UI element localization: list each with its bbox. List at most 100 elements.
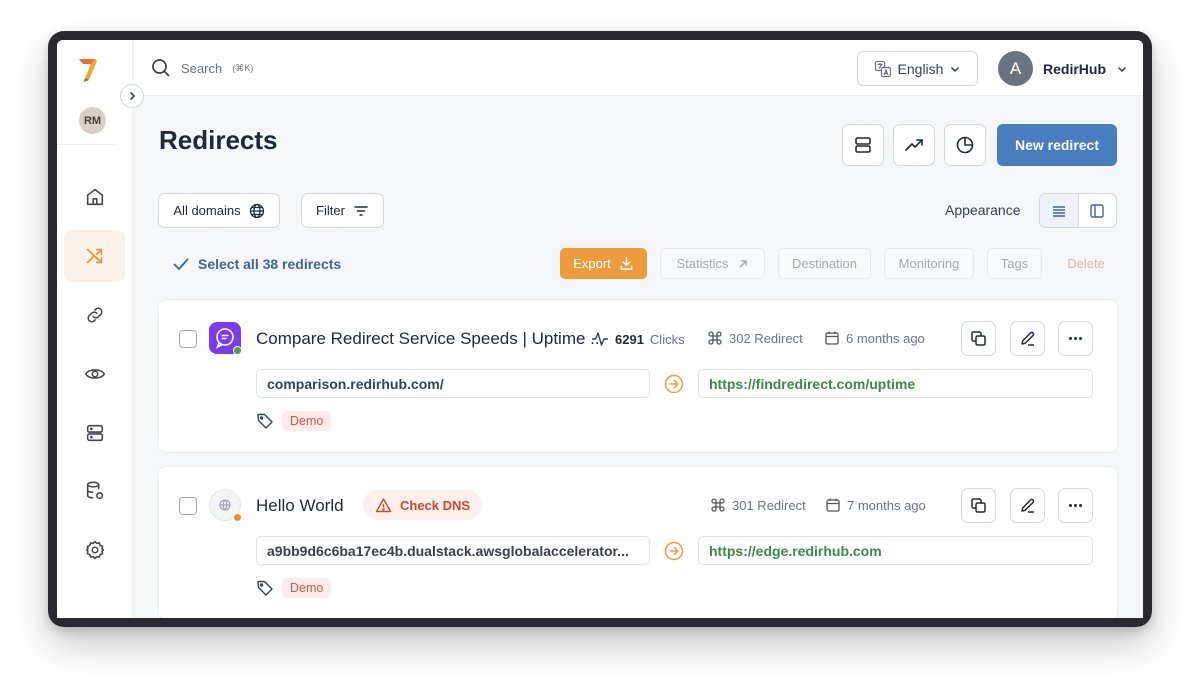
calendar-icon xyxy=(825,331,839,345)
status-dot xyxy=(233,513,242,522)
eye-icon xyxy=(84,369,105,379)
trending-up-icon xyxy=(905,139,923,151)
tag-icon xyxy=(257,413,273,429)
tag-badge[interactable]: Demo xyxy=(282,411,332,431)
all-domains-label: All domains xyxy=(173,203,241,218)
appearance-toggle xyxy=(1039,193,1117,228)
sidebar-collapse-button[interactable] xyxy=(120,84,144,108)
sidebar-item-monitoring[interactable] xyxy=(64,348,125,400)
redirect-age-label: 7 months ago xyxy=(847,497,926,513)
language-label: English xyxy=(897,60,944,77)
chevron-down-icon xyxy=(951,66,960,72)
search-input[interactable]: Search (⌘K) xyxy=(151,58,253,78)
redirect-title[interactable]: Hello World xyxy=(256,496,344,516)
clicks-count: 6291 Clicks xyxy=(591,330,685,348)
new-redirect-button[interactable]: New redirect xyxy=(997,124,1117,166)
filter-button[interactable]: Filter xyxy=(301,193,384,228)
redirect-title[interactable]: Compare Redirect Service Speeds | Uptime… xyxy=(256,329,604,349)
source-url[interactable]: a9bb9d6c6ba17ec4b.dualstack.awsglobalacc… xyxy=(256,536,650,565)
check-dns-label: Check DNS xyxy=(400,497,471,513)
gear-icon xyxy=(85,540,104,560)
calendar-icon xyxy=(826,498,840,512)
copy-icon xyxy=(971,498,986,513)
statistics-button[interactable]: Statistics xyxy=(660,248,765,279)
sidebar-item-home[interactable] xyxy=(64,171,125,223)
export-label: Export xyxy=(573,256,611,271)
copy-icon xyxy=(971,331,986,346)
more-options-button[interactable] xyxy=(1058,488,1093,523)
filter-label: Filter xyxy=(316,203,345,218)
app-logo[interactable] xyxy=(75,56,101,82)
status-dot xyxy=(233,346,242,355)
edit-button[interactable] xyxy=(1010,488,1045,523)
destination-button[interactable]: Destination xyxy=(778,248,871,279)
server-view-button[interactable] xyxy=(842,124,884,166)
sidebar-divider xyxy=(57,144,117,145)
activity-icon xyxy=(592,332,608,346)
redirect-age-label: 6 months ago xyxy=(846,330,925,346)
copy-button[interactable] xyxy=(961,321,996,356)
arrow-up-right-icon xyxy=(739,259,747,267)
panel-view-button[interactable] xyxy=(1079,194,1117,227)
more-horizontal-icon xyxy=(1069,337,1082,340)
redirect-checkbox[interactable] xyxy=(179,330,197,348)
app-screen: RM Search (⌘K) English A RedirHub Redire… xyxy=(57,40,1143,618)
pencil-icon xyxy=(1021,498,1035,513)
warning-icon xyxy=(375,497,392,512)
analytics-button[interactable] xyxy=(893,124,935,166)
link-icon xyxy=(86,307,103,323)
copy-button[interactable] xyxy=(961,488,996,523)
sidebar-item-servers[interactable] xyxy=(64,407,125,459)
device-frame: RM Search (⌘K) English A RedirHub Redire… xyxy=(48,31,1152,627)
filter-icon xyxy=(354,205,368,216)
page-title: Redirects xyxy=(159,125,278,155)
search-shortcut: (⌘K) xyxy=(232,62,254,73)
redirect-type-label: 302 Redirect xyxy=(729,330,803,346)
workspace-avatar[interactable]: RM xyxy=(79,107,106,134)
redirect-type-label: 301 Redirect xyxy=(732,497,806,513)
language-selector[interactable]: English xyxy=(857,51,978,86)
tag-row: Demo xyxy=(256,411,332,431)
redirect-card: Compare Redirect Service Speeds | Uptime… xyxy=(158,299,1118,453)
source-url[interactable]: comparison.redirhub.com/ xyxy=(256,369,650,398)
monitoring-button[interactable]: Monitoring xyxy=(884,248,974,279)
globe-icon xyxy=(249,203,264,218)
pie-chart-icon xyxy=(956,136,974,154)
export-button[interactable]: Export xyxy=(560,248,647,279)
select-all-label: Select all 38 redirects xyxy=(198,256,342,272)
reports-button[interactable] xyxy=(944,124,986,166)
clicks-value: 6291 xyxy=(615,331,644,347)
command-icon xyxy=(708,331,722,345)
more-options-button[interactable] xyxy=(1058,321,1093,356)
destination-url[interactable]: https://findredirect.com/uptime xyxy=(698,369,1093,398)
tag-badge[interactable]: Demo xyxy=(282,578,332,598)
user-avatar: A xyxy=(998,51,1033,86)
delete-button[interactable]: Delete xyxy=(1054,248,1118,279)
edit-button[interactable] xyxy=(1010,321,1045,356)
tags-button[interactable]: Tags xyxy=(987,248,1042,279)
sidebar-item-links[interactable] xyxy=(64,289,125,341)
user-menu[interactable]: A RedirHub xyxy=(998,51,1128,86)
redirect-checkbox[interactable] xyxy=(179,497,197,515)
check-icon xyxy=(173,258,189,270)
database-settings-icon xyxy=(86,481,103,500)
sidebar-item-settings[interactable] xyxy=(64,524,125,576)
server-icon xyxy=(86,424,103,442)
search-icon xyxy=(152,59,170,77)
chevron-down-icon xyxy=(1117,66,1127,72)
check-dns-badge[interactable]: Check DNS xyxy=(363,490,483,520)
select-all-button[interactable]: Select all 38 redirects xyxy=(172,255,341,273)
list-view-button[interactable] xyxy=(1040,194,1079,227)
redirect-card: Hello World Check DNS 301 Redirect 7 mon… xyxy=(158,466,1118,618)
sidebar-item-redirects[interactable] xyxy=(64,230,125,282)
tag-icon xyxy=(257,580,273,596)
appearance-label: Appearance xyxy=(945,202,1021,218)
sidebar-item-data[interactable] xyxy=(64,465,125,517)
sidebar: RM xyxy=(57,40,133,618)
chevron-right-icon xyxy=(129,91,136,101)
redirect-type: 301 Redirect xyxy=(710,497,806,513)
destination-url[interactable]: https://edge.redirhub.com xyxy=(698,536,1093,565)
list-icon xyxy=(1052,205,1065,217)
all-domains-button[interactable]: All domains xyxy=(158,193,280,228)
pencil-icon xyxy=(1021,331,1035,346)
